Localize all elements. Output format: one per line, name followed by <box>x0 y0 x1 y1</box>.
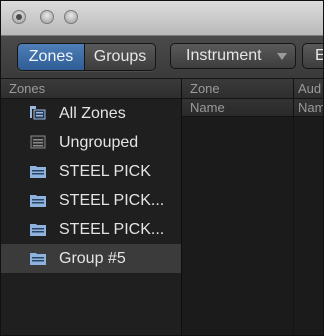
zone-item-label: All Zones <box>59 105 126 122</box>
zones-pane-header: Zones <box>1 79 181 99</box>
folder-icon <box>30 224 46 236</box>
close-window-button[interactable] <box>12 10 26 24</box>
zone-list: All Zones Ungrouped STEEL PICK STEEL PIC… <box>1 99 181 273</box>
title-bar <box>1 1 323 36</box>
zone-group-header[interactable]: Zone <box>190 79 290 99</box>
folder-icon <box>30 195 46 207</box>
zone-item-label: STEEL PICK <box>59 163 151 180</box>
instrument-dropdown[interactable]: Instrument <box>170 43 296 69</box>
zone-item-label: Ungrouped <box>59 134 139 151</box>
folder-icon <box>30 253 46 265</box>
table-column-header-row: Name Nam <box>182 99 323 117</box>
table-group-header-row: Zone Aud <box>182 79 323 99</box>
window: Zones Groups Instrument E Zones All Zone… <box>0 0 324 336</box>
column-divider <box>293 99 294 117</box>
zone-item-group-selected[interactable]: Group #5 <box>1 244 181 273</box>
instrument-dropdown-label: Instrument <box>186 47 262 64</box>
zones-groups-segmented-control: Zones Groups <box>17 43 156 71</box>
zone-item-label: Group #5 <box>59 250 126 267</box>
zone-item-all-zones[interactable]: All Zones <box>1 99 181 128</box>
zone-item-label: STEEL PICK... <box>59 221 165 238</box>
zones-pane: Zones All Zones Ungrouped STEEL PICK STE… <box>1 79 182 335</box>
zone-name-column-header[interactable]: Name <box>190 99 290 117</box>
column-divider <box>293 79 294 99</box>
groups-segment-button[interactable]: Groups <box>85 44 155 70</box>
audio-name-column-header[interactable]: Nam <box>298 99 323 117</box>
edit-button[interactable]: E <box>302 43 323 69</box>
zone-item-group[interactable]: STEEL PICK <box>1 157 181 186</box>
zone-item-label: STEEL PICK... <box>59 192 165 209</box>
zone-item-group[interactable]: STEEL PICK... <box>1 215 181 244</box>
toolbar: Zones Groups Instrument E <box>1 36 323 79</box>
audio-group-header[interactable]: Aud <box>298 79 323 99</box>
zone-table: Zone Aud Name Nam <box>182 79 323 335</box>
chevron-down-icon <box>277 53 287 60</box>
all-zones-icon <box>30 106 46 120</box>
ungrouped-icon <box>30 135 46 149</box>
minimize-window-button[interactable] <box>40 10 54 24</box>
zoom-window-button[interactable] <box>64 10 78 24</box>
folder-icon <box>30 166 46 178</box>
zone-item-group[interactable]: STEEL PICK... <box>1 186 181 215</box>
zones-segment-button[interactable]: Zones <box>18 44 85 70</box>
column-separator <box>293 117 294 335</box>
zone-item-ungrouped[interactable]: Ungrouped <box>1 128 181 157</box>
